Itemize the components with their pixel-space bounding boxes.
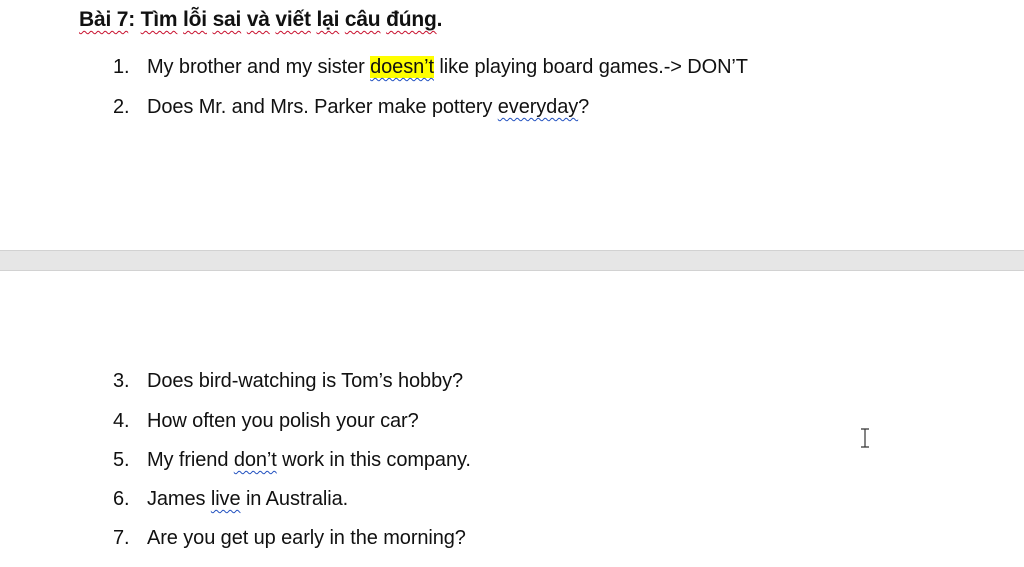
item-text: in Australia.: [240, 488, 349, 510]
heading-period: .: [436, 8, 443, 31]
item-text: Does bird-watching is Tom’s hobby?: [147, 370, 464, 392]
item-number: 5.: [113, 449, 130, 471]
heading-word: viết: [275, 8, 311, 31]
list-item-3: 3. Does bird-watching is Tom’s hobby?: [113, 370, 463, 393]
heading-sep: :: [128, 8, 141, 31]
document-page-2[interactable]: 3. Does bird-watching is Tom’s hobby? 4. H…: [0, 271, 1024, 567]
flagged-word: everyday: [497, 96, 579, 118]
item-number: 2.: [113, 96, 130, 118]
item-number: 3.: [113, 370, 130, 392]
item-text: Are you get up early in the morning?: [147, 527, 466, 549]
heading-word: Tìm: [140, 8, 178, 31]
item-text: How often you polish your car?: [147, 410, 419, 432]
item-number: 6.: [113, 488, 130, 510]
heading-word: và: [246, 8, 270, 31]
document-page-1[interactable]: Bài 7: Tìm lỗi sai và viết lại câu đúng.…: [0, 0, 1024, 250]
exercise-heading: Bài 7: Tìm lỗi sai và viết lại câu đúng.: [79, 8, 442, 32]
item-number: 4.: [113, 410, 130, 432]
list-item-2: 2. Does Mr. and Mrs. Parker make pottery …: [113, 96, 589, 119]
list-item-4: 4. How often you polish your car?: [113, 410, 419, 433]
item-text: James: [147, 488, 211, 510]
page-break-gap: [0, 250, 1024, 271]
flagged-word: live: [210, 488, 241, 510]
highlighted-word: doesn’t: [370, 56, 434, 78]
document-view: Bài 7: Tìm lỗi sai và viết lại câu đúng.…: [0, 0, 1024, 567]
heading-word: sai: [212, 8, 242, 31]
heading-word: câu: [344, 8, 381, 31]
text-cursor-icon: [861, 428, 869, 448]
item-number: 7.: [113, 527, 130, 549]
item-text: My friend: [147, 449, 234, 471]
item-text: Does Mr. and Mrs. Parker make pottery: [147, 96, 498, 118]
item-text: My brother and my sister: [147, 56, 371, 78]
list-item-7: 7. Are you get up early in the morning?: [113, 527, 466, 550]
heading-word: Bài 7: [79, 8, 129, 31]
flagged-word: don’t: [233, 449, 277, 471]
heading-word: lại: [316, 8, 340, 31]
list-item-5: 5. My friend don’t work in this company.: [113, 449, 471, 472]
list-item-6: 6. James live in Australia.: [113, 488, 348, 511]
heading-word: lỗi: [183, 8, 207, 31]
item-text: ?: [578, 96, 590, 118]
item-number: 1.: [113, 56, 130, 78]
item-text: work in this company.: [276, 449, 471, 471]
item-text: like playing board games.-> DON’T: [433, 56, 748, 78]
heading-word: đúng: [386, 8, 437, 31]
list-item-1: 1. My brother and my sister doesn’t like …: [113, 56, 748, 79]
